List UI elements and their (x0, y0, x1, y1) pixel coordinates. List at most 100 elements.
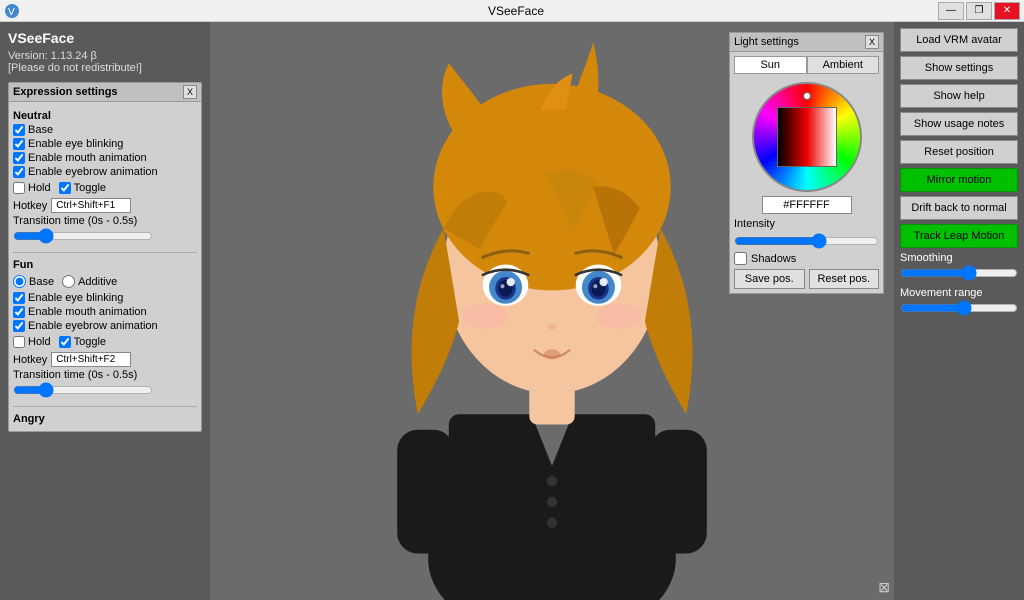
neutral-eyebrow-label: Enable eyebrow animation (28, 166, 158, 178)
neutral-transition-slider-container (13, 229, 153, 246)
color-wheel-inner (777, 107, 837, 167)
reset-pos-button[interactable]: Reset pos. (809, 269, 880, 289)
fun-additive-radio[interactable] (62, 275, 75, 288)
fun-additive-row: Additive (62, 275, 117, 288)
expression-panel-content: Neutral Base Enable eye blinking Enable … (9, 102, 201, 431)
fun-hold-checkbox[interactable] (13, 336, 25, 348)
minimize-button[interactable]: — (938, 2, 964, 20)
light-btn-row: Save pos. Reset pos. (730, 269, 883, 293)
fun-transition-label: Transition time (0s - 0.5s) (13, 369, 137, 381)
neutral-mouth-label: Enable mouth animation (28, 152, 147, 164)
right-panel: Load VRM avatar Show settings Show help … (894, 22, 1024, 600)
fun-hold-label: Hold (28, 336, 51, 348)
save-pos-button[interactable]: Save pos. (734, 269, 805, 289)
fun-eyebrow-label: Enable eyebrow animation (28, 320, 158, 332)
section-neutral: Neutral (13, 110, 197, 122)
tab-ambient[interactable]: Ambient (807, 56, 880, 74)
movement-range-slider[interactable] (900, 301, 1018, 315)
smoothing-section: Smoothing (900, 252, 1018, 283)
svg-text:V: V (8, 7, 15, 18)
light-settings-panel: Light settings X Sun Ambient Intensity (729, 32, 884, 294)
color-wheel-indicator (803, 92, 811, 100)
shadows-label: Shadows (751, 253, 796, 265)
app-version: Version: 1.13.24 β [Please do not redist… (8, 50, 202, 74)
fun-eye-blink-row: Enable eye blinking (13, 292, 197, 304)
light-panel-header: Light settings X (730, 33, 883, 52)
smoothing-label: Smoothing (900, 252, 1018, 264)
neutral-eyebrow-row: Enable eyebrow animation (13, 166, 197, 178)
titlebar-controls: — ❐ ✕ (938, 2, 1020, 20)
show-settings-button[interactable]: Show settings (900, 56, 1018, 80)
show-help-button[interactable]: Show help (900, 84, 1018, 108)
main-layout: VSeeFace Version: 1.13.24 β [Please do n… (0, 22, 1024, 600)
neutral-hotkey-label: Hotkey (13, 200, 47, 212)
fun-toggle-checkbox[interactable] (59, 336, 71, 348)
neutral-transition-row: Transition time (0s - 0.5s) (13, 215, 197, 227)
fun-transition-slider[interactable] (13, 383, 153, 397)
expression-panel: Expression settings X Neutral Base Enabl… (8, 82, 202, 432)
neutral-hold-row: Hold (13, 182, 51, 194)
neutral-transition-slider[interactable] (13, 229, 153, 243)
intensity-label: Intensity (734, 218, 775, 230)
fun-toggle-row: Toggle (59, 336, 106, 348)
titlebar-title: VSeeFace (4, 4, 1024, 18)
neutral-hold-checkbox[interactable] (13, 182, 25, 194)
light-panel-close[interactable]: X (865, 35, 879, 49)
divider-2 (13, 406, 197, 407)
light-panel-title: Light settings (734, 36, 799, 48)
neutral-eye-blink-checkbox[interactable] (13, 138, 25, 150)
load-vrm-button[interactable]: Load VRM avatar (900, 28, 1018, 52)
neutral-toggle-checkbox[interactable] (59, 182, 71, 194)
color-picker-area: Intensity Shadows (730, 78, 883, 269)
reset-position-button[interactable]: Reset position (900, 140, 1018, 164)
movement-range-section: Movement range (900, 287, 1018, 318)
bottom-right-icon: ⊠ (878, 579, 890, 596)
neutral-eye-blink-row: Enable eye blinking (13, 138, 197, 150)
neutral-base-label: Base (28, 124, 53, 136)
expression-panel-title: Expression settings (13, 86, 118, 98)
left-panel: VSeeFace Version: 1.13.24 β [Please do n… (0, 22, 210, 600)
version-line1: Version: 1.13.24 β (8, 50, 202, 62)
neutral-transition-label: Transition time (0s - 0.5s) (13, 215, 137, 227)
shadows-row: Shadows (734, 252, 796, 265)
smoothing-slider[interactable] (900, 266, 1018, 280)
fun-base-radio[interactable] (13, 275, 26, 288)
intensity-slider[interactable] (734, 234, 879, 248)
fun-hold-row: Hold (13, 336, 51, 348)
fun-eye-blink-checkbox[interactable] (13, 292, 25, 304)
mirror-motion-button[interactable]: Mirror motion (900, 168, 1018, 192)
neutral-base-checkbox[interactable] (13, 124, 25, 136)
light-tabs: Sun Ambient (734, 56, 879, 74)
neutral-toggle-row: Toggle (59, 182, 106, 194)
expression-panel-close[interactable]: X (183, 85, 197, 99)
fun-eyebrow-row: Enable eyebrow animation (13, 320, 197, 332)
drift-back-button[interactable]: Drift back to normal (900, 196, 1018, 220)
titlebar-icon: V (4, 3, 20, 19)
fun-eyebrow-checkbox[interactable] (13, 320, 25, 332)
neutral-hotkey-value[interactable]: Ctrl+Shift+F1 (51, 198, 131, 213)
section-fun: Fun (13, 259, 197, 271)
neutral-hotkey-row: Hotkey Ctrl+Shift+F1 (13, 198, 197, 213)
version-line2: [Please do not redistribute!] (8, 62, 202, 74)
fun-mouth-checkbox[interactable] (13, 306, 25, 318)
fun-transition-row: Transition time (0s - 0.5s) (13, 369, 197, 381)
color-hex-input[interactable] (762, 196, 852, 214)
color-wheel[interactable] (752, 82, 862, 192)
movement-range-label: Movement range (900, 287, 1018, 299)
fun-hotkey-value[interactable]: Ctrl+Shift+F2 (51, 352, 131, 367)
section-angry: Angry (13, 413, 197, 425)
neutral-eyebrow-checkbox[interactable] (13, 166, 25, 178)
maximize-button[interactable]: ❐ (966, 2, 992, 20)
fun-hold-toggle-row: Hold Toggle (13, 334, 197, 350)
show-usage-notes-button[interactable]: Show usage notes (900, 112, 1018, 136)
center-area: Light settings X Sun Ambient Intensity (210, 22, 894, 600)
fun-transition-slider-container (13, 383, 153, 400)
neutral-mouth-checkbox[interactable] (13, 152, 25, 164)
track-leap-motion-button[interactable]: Track Leap Motion (900, 224, 1018, 248)
shadows-checkbox[interactable] (734, 252, 747, 265)
fun-mouth-row: Enable mouth animation (13, 306, 197, 318)
fun-hotkey-row: Hotkey Ctrl+Shift+F2 (13, 352, 197, 367)
app-title: VSeeFace (8, 30, 202, 46)
close-button[interactable]: ✕ (994, 2, 1020, 20)
tab-sun[interactable]: Sun (734, 56, 807, 74)
